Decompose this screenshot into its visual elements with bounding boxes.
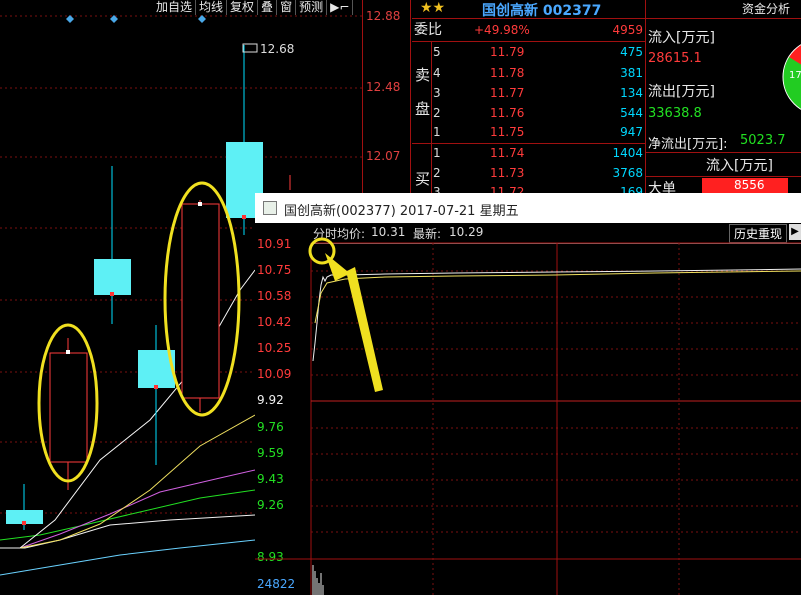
add-watchlist-button[interactable]: 加自选 [153, 0, 197, 15]
bid-price: 11.74 [490, 146, 525, 160]
expand-button[interactable]: ▶⌐ [327, 0, 354, 15]
bid-volume: 3768 [612, 166, 643, 180]
price-scale-label: 12.07 [366, 149, 401, 163]
tab-fund-analysis[interactable]: 资金分析 [742, 0, 790, 17]
bid-level: 2 [433, 166, 441, 180]
ask-level: 3 [433, 86, 441, 100]
ask-price: 11.75 [490, 125, 525, 139]
overlay-button[interactable]: 叠 [258, 0, 278, 15]
ask-row-3: 3 11.77 134 [412, 83, 645, 103]
ma-line-button[interactable]: 均线 [196, 0, 228, 15]
net-outflow-label: 净流出[万元]: [648, 137, 728, 152]
ask-price: 11.79 [490, 45, 525, 59]
inflow-value: 28615.1 [648, 51, 702, 66]
ask-row-1: 1 11.75 947 [412, 122, 645, 142]
price-scale-label: 12.48 [366, 80, 401, 94]
ask-price: 11.77 [490, 86, 525, 100]
weibi-diff: 4959 [612, 23, 643, 37]
table-header-inflow: 流入[万元] [706, 158, 773, 174]
price-scale-label: 12.88 [366, 9, 401, 23]
inflow-label: 流入[万元] [648, 30, 715, 46]
weibi-pct: +49.98% [474, 23, 530, 37]
ask-level: 2 [433, 106, 441, 120]
stock-name-code: 国创高新 002377 [482, 3, 602, 19]
chart-toolbar: 加自选 均线 复权 叠 窗 预测 ▶⌐ [153, 0, 354, 15]
intraday-popup-window[interactable]: 国创高新(002377) 2017-07-21 星期五 分时 均价: 10.31… [255, 193, 801, 595]
ask-level: 4 [433, 66, 441, 80]
ask-row-2: 2 11.76 544 [412, 103, 645, 123]
ask-volume: 381 [620, 66, 643, 80]
ask-row-4: 4 11.78 381 [412, 63, 645, 83]
ask-volume: 475 [620, 45, 643, 59]
ask-volume: 544 [620, 106, 643, 120]
intraday-chart[interactable] [255, 193, 801, 595]
order-book: 委比 +49.98% 4959 卖 盘 5 11.79 475 4 11.78 … [412, 20, 645, 199]
forecast-button[interactable]: 预测 [296, 0, 328, 15]
big-order-value: 8556 [734, 178, 765, 192]
weibi-label: 委比 [414, 22, 442, 38]
pie-percent-label: 17 [789, 70, 801, 81]
adjust-button[interactable]: 复权 [227, 0, 259, 15]
outflow-label: 流出[万元] [648, 84, 715, 100]
ask-level: 1 [433, 125, 441, 139]
bid-row-1: 1 11.74 1404 [412, 143, 645, 163]
kline-high-label: 12.68 [260, 42, 295, 56]
bid-level: 1 [433, 146, 441, 160]
ask-price: 11.78 [490, 66, 525, 80]
star-rating: ★★ [420, 0, 446, 16]
fund-analysis-panel: 资金分析 流入[万元] 28615.1 流出[万元] 33638.8 净流出[万… [646, 0, 801, 197]
bid-volume: 1404 [612, 146, 643, 160]
bid-price: 11.73 [490, 166, 525, 180]
window-button[interactable]: 窗 [277, 0, 297, 15]
ask-volume: 134 [620, 86, 643, 100]
outflow-value: 33638.8 [648, 106, 702, 121]
ask-level: 5 [433, 45, 441, 59]
bid-row-2: 2 11.73 3768 [412, 163, 645, 183]
net-outflow-value: 5023.7 [740, 133, 786, 148]
stock-header: ★★ 国创高新 002377 [412, 0, 645, 19]
ask-price: 11.76 [490, 106, 525, 120]
ask-volume: 947 [620, 125, 643, 139]
ask-row-5: 5 11.79 475 [412, 42, 645, 62]
